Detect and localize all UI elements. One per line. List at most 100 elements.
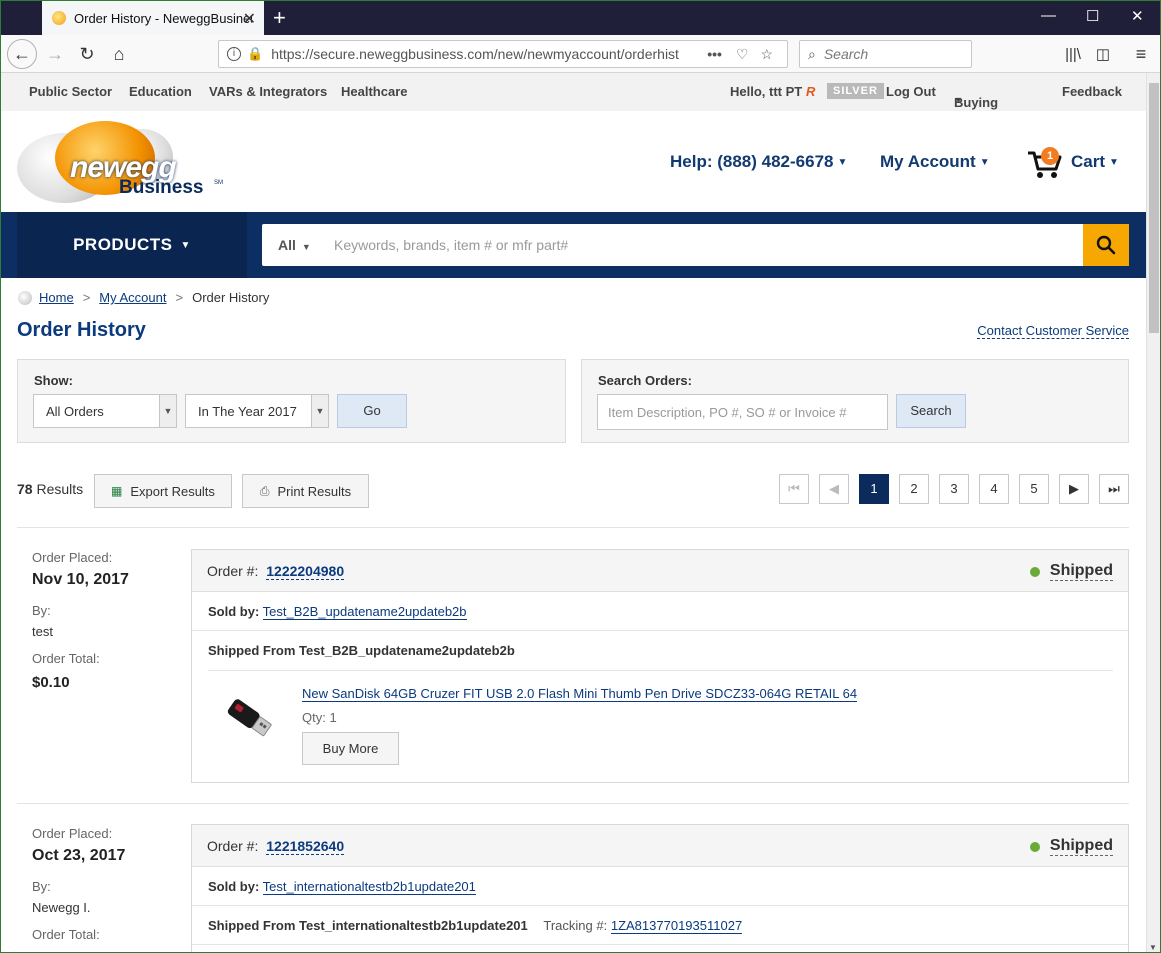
help-phone-menu[interactable]: Help: (888) 482-6678 ▼ [670, 152, 847, 172]
tracking-link[interactable]: 1ZA813770193511027 [610, 918, 743, 934]
order-by-label: By: [32, 603, 51, 618]
page-scrollbar[interactable]: ▼ [1146, 73, 1160, 952]
order-number-link[interactable]: 1222204980 [266, 563, 345, 580]
home-icon[interactable]: ⌂ [105, 40, 133, 68]
status-text[interactable]: Shipped [1049, 562, 1113, 581]
chevron-down-icon: ▼ [837, 157, 848, 169]
order-by-label: By: [32, 879, 51, 894]
products-label: PRODUCTS [73, 235, 173, 254]
forward-icon[interactable]: → [41, 40, 69, 68]
bookmark-star-icon[interactable]: ☆ [760, 46, 773, 63]
logout-link[interactable]: Log Out [886, 84, 936, 99]
search-orders-button[interactable]: Search [896, 394, 966, 428]
order-by-value: Newegg I. [32, 900, 91, 915]
close-tab-icon[interactable]: ✕ [243, 9, 256, 29]
search-icon: ⌕ [808, 45, 816, 62]
util-link-healthcare[interactable]: Healthcare [341, 84, 407, 99]
products-menu-button[interactable]: PRODUCTS ▼ [17, 212, 247, 278]
site-header: newegg Business SM Help: (888) 482-6678 ▼… [1, 111, 1146, 212]
export-results-label: Export Results [130, 483, 215, 499]
seller-link[interactable]: Test_internationaltestb2b1update201 [262, 879, 476, 895]
print-results-button[interactable]: ⎙ Print Results [242, 474, 369, 508]
order-type-select[interactable]: All Orders ▼ [33, 394, 177, 428]
shipped-from-row: Shipped From Test_internationaltestb2b1u… [192, 906, 1128, 945]
status-text[interactable]: Shipped [1049, 837, 1113, 856]
menu-icon[interactable]: ≡ [1127, 40, 1155, 68]
order-header: Order #: 1221852640 Shipped [192, 825, 1128, 867]
newegg-business-logo[interactable]: newegg Business SM [15, 121, 225, 205]
buy-more-button[interactable]: Buy More [302, 732, 399, 765]
sold-by-label: Sold by: [208, 604, 260, 619]
library-icon[interactable]: |||\ [1059, 40, 1087, 68]
order-period-select[interactable]: In The Year 2017 ▼ [185, 394, 329, 428]
my-account-menu[interactable]: My Account ▼ [880, 152, 990, 172]
search-orders-panel: Search Orders: Item Description, PO #, S… [581, 359, 1129, 443]
new-tab-icon[interactable]: + [273, 5, 286, 31]
excel-icon: ▦ [111, 484, 123, 498]
prev-page-icon[interactable]: ◀ [819, 474, 849, 504]
search-orders-input[interactable]: Item Description, PO #, SO # or Invoice … [597, 394, 888, 430]
printer-icon: ⎙ [259, 483, 270, 498]
sidebar-icon[interactable]: ◫ [1089, 40, 1117, 68]
cart-label: Cart [1071, 152, 1106, 171]
seller-link[interactable]: Test_B2B_updatename2updateb2b [262, 604, 467, 620]
cart-menu[interactable]: Cart ▼ [1071, 152, 1119, 172]
order-placed-label: Order Placed: [32, 550, 113, 565]
divider [208, 670, 1113, 671]
my-account-label: My Account [880, 152, 976, 171]
order-card: Order #: 1221852640 Shipped Sold by: Tes… [191, 824, 1129, 952]
search-icon [1096, 235, 1116, 255]
go-button[interactable]: Go [337, 394, 407, 428]
util-link-public-sector[interactable]: Public Sector [29, 84, 112, 99]
page-button-3[interactable]: 3 [939, 474, 969, 504]
info-icon[interactable]: i [227, 47, 241, 61]
reload-icon[interactable]: ↻ [73, 40, 101, 68]
contact-customer-service-link[interactable]: Contact Customer Service [977, 323, 1129, 339]
chevron-down-icon: ▼ [954, 95, 963, 105]
page-title: Order History [17, 319, 146, 341]
minimize-icon[interactable]: — [1041, 7, 1056, 24]
breadcrumb-separator: > [82, 290, 91, 305]
page-button-1[interactable]: 1 [859, 474, 889, 504]
results-number: 78 [17, 481, 33, 497]
product-name-link[interactable]: New SanDisk 64GB Cruzer FIT USB 2.0 Flas… [302, 686, 858, 702]
usb-drive-image[interactable] [218, 687, 276, 745]
search-scope-select[interactable]: All ▼ [278, 237, 311, 253]
scroll-down-icon[interactable]: ▼ [1149, 943, 1157, 952]
shipped-from-text: Shipped From Test_B2B_updatename2updateb… [208, 643, 515, 658]
order-number-label: Order #: [207, 563, 259, 579]
back-icon[interactable]: ← [7, 39, 37, 69]
close-window-icon[interactable]: ✕ [1131, 7, 1144, 25]
scrollbar-thumb[interactable] [1149, 83, 1159, 333]
url-bar[interactable]: i 🔒 https://secure.neweggbusiness.com/ne… [218, 40, 788, 68]
lock-icon: 🔒 [247, 46, 264, 61]
order-meta: Order Placed: Nov 10, 2017 By: test Orde… [32, 550, 129, 691]
breadcrumb-home[interactable]: Home [39, 290, 74, 305]
browser-tab[interactable]: Order History - NeweggBusiness ✕ [42, 1, 264, 35]
maximize-icon[interactable]: ☐ [1086, 7, 1099, 25]
breadcrumb-separator: > [175, 290, 184, 305]
browser-search-bar[interactable]: ⌕ Search [799, 40, 972, 68]
breadcrumb-my-account[interactable]: My Account [99, 290, 166, 305]
first-page-icon[interactable]: ⏮ [779, 474, 809, 504]
order-number-link[interactable]: 1221852640 [266, 838, 345, 855]
next-page-icon[interactable]: ▶ [1059, 474, 1089, 504]
url-text[interactable]: https://secure.neweggbusiness.com/new/ne… [271, 46, 701, 62]
show-filter-panel: Show: All Orders ▼ In The Year 2017 ▼ Go [17, 359, 566, 443]
page-actions-icon[interactable]: ••• [707, 46, 722, 62]
export-results-button[interactable]: ▦ Export Results [94, 474, 232, 508]
order-period-value: In The Year 2017 [198, 404, 297, 419]
page-button-4[interactable]: 4 [979, 474, 1009, 504]
util-link-vars[interactable]: VARs & Integrators [209, 84, 327, 99]
breadcrumb: Home > My Account > Order History [18, 290, 269, 305]
page-button-2[interactable]: 2 [899, 474, 929, 504]
site-search-button[interactable] [1083, 224, 1129, 266]
last-page-icon[interactable]: ⏭ [1099, 474, 1129, 504]
favicon-icon [52, 11, 66, 25]
feedback-link[interactable]: Feedback [1062, 84, 1122, 99]
chevron-down-icon: ▼ [159, 395, 176, 427]
page-button-5[interactable]: 5 [1019, 474, 1049, 504]
pocket-icon[interactable]: ♡ [736, 46, 749, 63]
site-search-input[interactable] [334, 230, 1074, 260]
util-link-education[interactable]: Education [129, 84, 192, 99]
